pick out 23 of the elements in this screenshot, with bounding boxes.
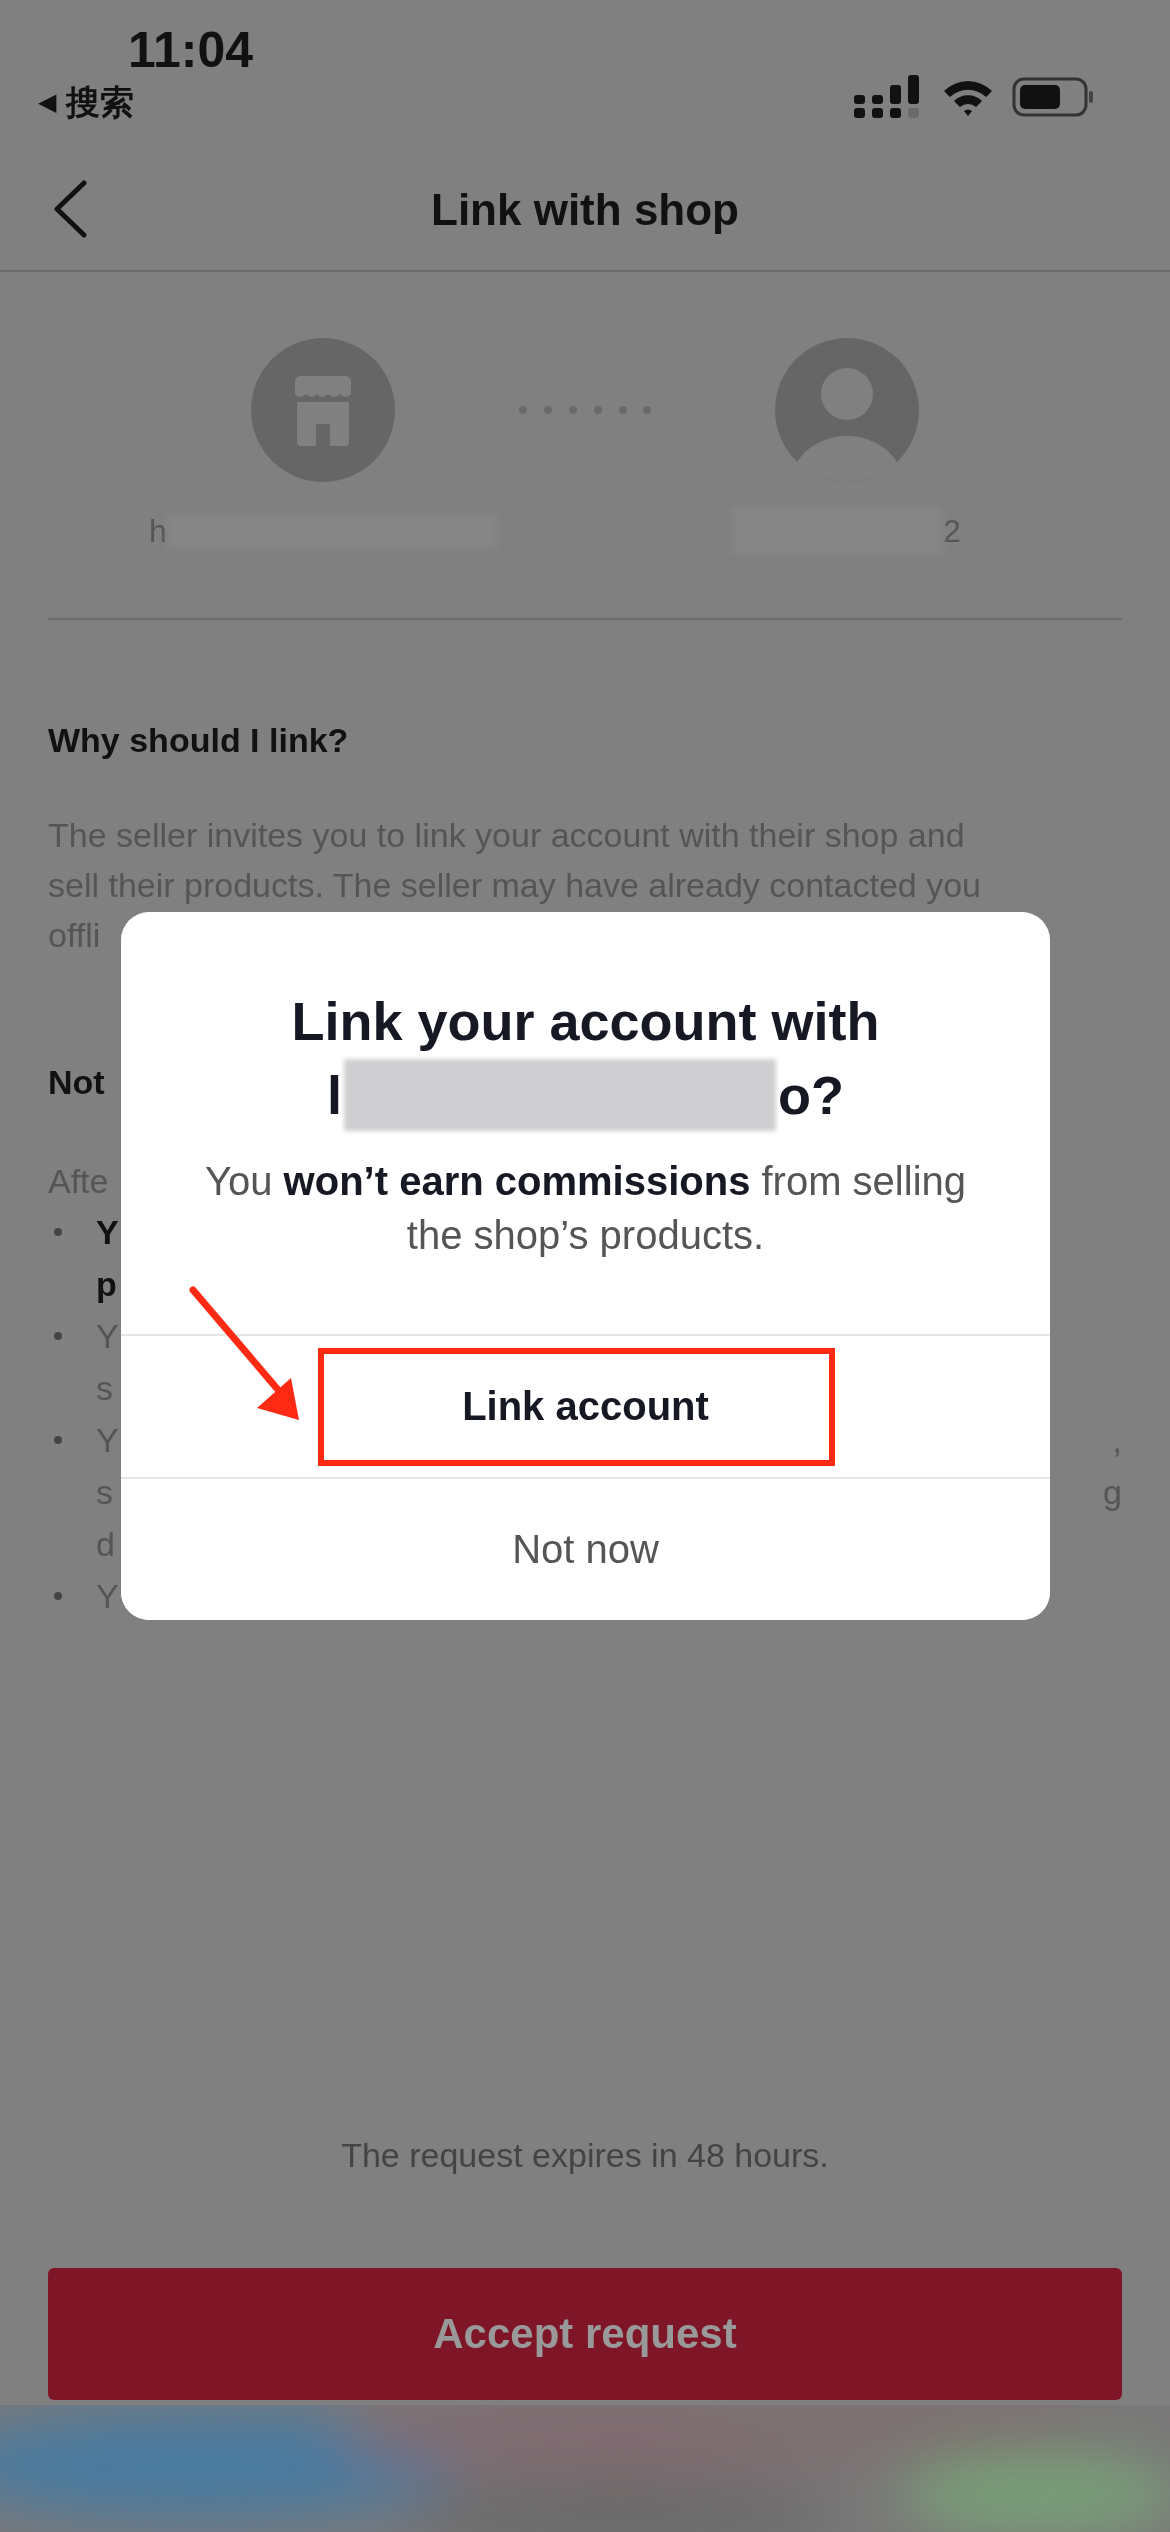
- battery-icon: [1012, 77, 1094, 117]
- bullet-dot-icon: [54, 1592, 62, 1600]
- expiry-notice: The request expires in 48 hours.: [341, 2135, 829, 2176]
- bullet-text: p: [96, 1264, 117, 1304]
- dialog-title: o?: [778, 1064, 844, 1127]
- shop-avatar-icon: [251, 338, 395, 482]
- bullet-dot-icon: [54, 1332, 62, 1340]
- bullet-dot-icon: [54, 1436, 62, 1444]
- bullet-dot-icon: [54, 1228, 62, 1236]
- back-icon[interactable]: [52, 180, 88, 238]
- bullet-text: Y: [96, 1212, 119, 1252]
- accept-request-button[interactable]: Accept request: [48, 2268, 1122, 2400]
- page-title: Link with shop: [431, 185, 739, 235]
- status-time: 11:04: [128, 22, 254, 78]
- dismiss-button[interactable]: Not now: [121, 1477, 1050, 1620]
- section-heading: Why should I link?: [48, 720, 349, 761]
- section-heading: Not: [48, 1062, 105, 1103]
- dialog-title: Link your account with: [291, 990, 880, 1053]
- back-arrow[interactable]: ◀: [38, 82, 56, 122]
- back-app-link[interactable]: 搜索: [66, 82, 134, 122]
- dialog-title: l: [327, 1064, 342, 1127]
- bullet-text: ,: [1112, 1420, 1122, 1460]
- dialog-message: You won’t earn commissions from selling the shop’s products.: [204, 1158, 967, 1259]
